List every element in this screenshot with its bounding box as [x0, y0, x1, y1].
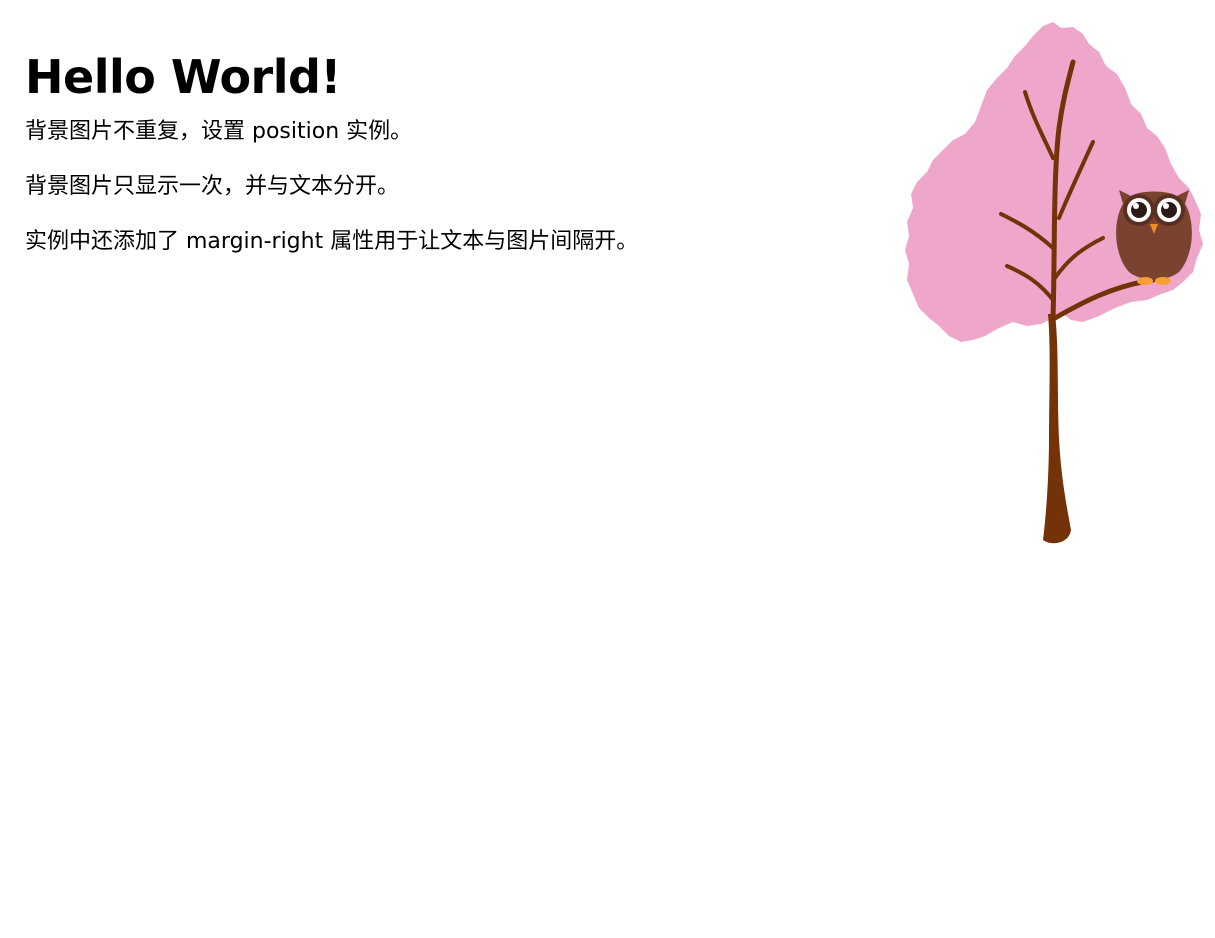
- background-tree-image: [905, 22, 1203, 544]
- owl-left-glint: [1133, 203, 1139, 209]
- owl-right-pupil: [1161, 202, 1177, 218]
- trunk-shape: [1043, 314, 1071, 544]
- paragraph-1: 背景图片不重复，设置 position 实例。: [25, 119, 413, 144]
- paragraph-2: 背景图片只显示一次，并与文本分开。: [25, 174, 400, 199]
- owl-right-foot: [1155, 277, 1171, 285]
- page-content: Hello World! 背景图片不重复，设置 position 实例。 背景图…: [25, 0, 885, 256]
- paragraph-3: 实例中还添加了 margin-right 属性用于让文本与图片间隔开。: [25, 229, 639, 254]
- owl-left-foot: [1137, 277, 1153, 285]
- page-heading: Hello World!: [25, 50, 341, 104]
- owl-right-glint: [1163, 203, 1169, 209]
- owl-left-pupil: [1131, 202, 1147, 218]
